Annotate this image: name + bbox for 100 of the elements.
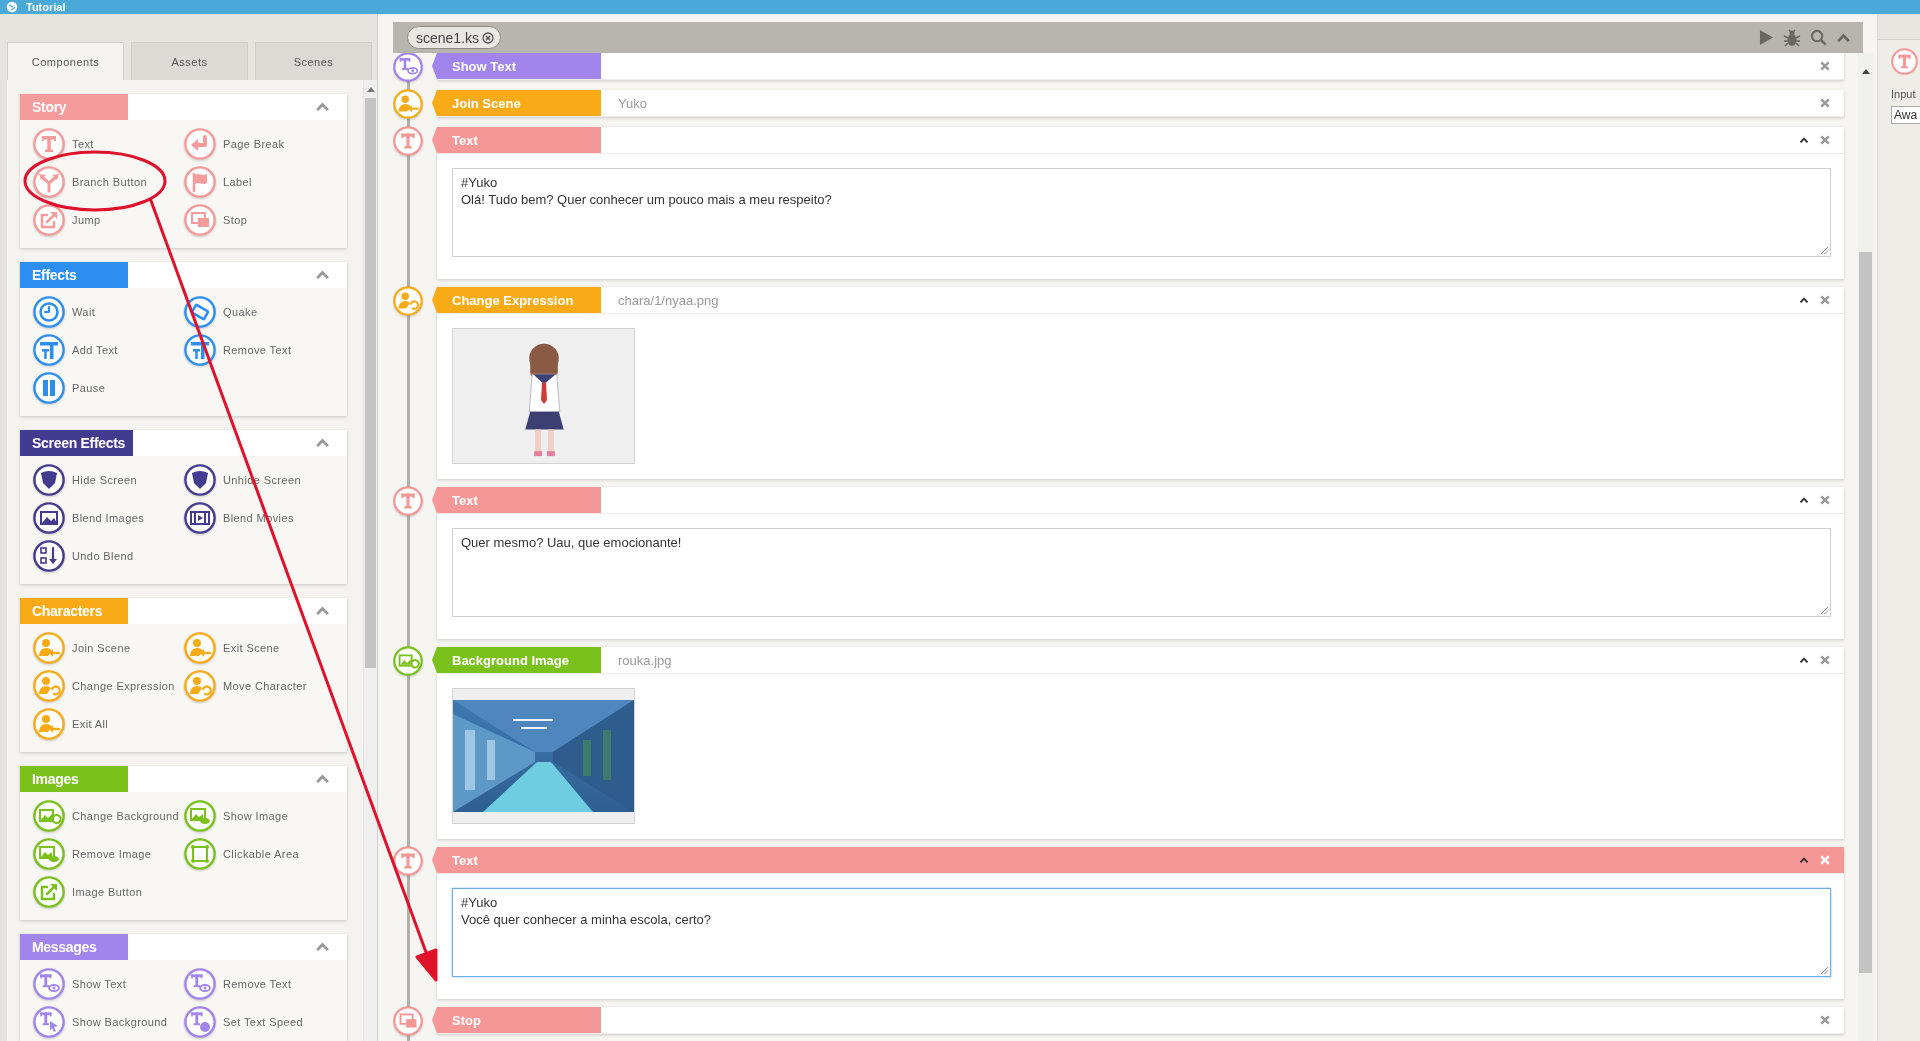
picture-icon: [33, 502, 65, 534]
component-item[interactable]: Image Button: [33, 873, 143, 911]
close-icon[interactable]: [1820, 1015, 1830, 1025]
script-text-field[interactable]: #Yuko Você quer conhecer a minha escola, certo?: [452, 888, 1831, 977]
component-item[interactable]: Remove Image: [33, 835, 152, 873]
component-item[interactable]: Label: [184, 163, 252, 201]
group-title: Messages: [20, 934, 128, 960]
chevron-up-icon[interactable]: [1799, 856, 1809, 864]
close-icon[interactable]: [1820, 61, 1830, 71]
scrollbar-thumb[interactable]: [365, 98, 376, 668]
t-eye-icon: [393, 53, 423, 82]
script-block[interactable]: Show Text: [437, 53, 1844, 80]
close-icon[interactable]: [1820, 495, 1830, 505]
component-item[interactable]: Jump: [33, 201, 101, 239]
scroll-up-icon[interactable]: [366, 87, 375, 92]
flag-icon: [184, 166, 216, 198]
script-text-field[interactable]: Quer mesmo? Uau, que emocionante!: [452, 528, 1831, 617]
component-item[interactable]: Remove Text: [184, 965, 292, 1003]
window-title: Tutorial: [26, 0, 66, 14]
person-ring-icon: [33, 670, 65, 702]
stacked-windows-icon: [393, 1006, 423, 1036]
script-text-field[interactable]: #Yuko Olá! Tudo bem? Quer conhecer um pouco mais a meu respeito?: [452, 168, 1831, 257]
close-icon[interactable]: [1820, 135, 1830, 145]
script-block[interactable]: Join Scene Yuko: [437, 90, 1844, 117]
close-icon[interactable]: [1820, 655, 1830, 665]
close-icon[interactable]: [1820, 98, 1830, 108]
group-header[interactable]: Screen Effects: [20, 430, 347, 456]
block-title: Text: [432, 487, 601, 513]
clock-icon: [33, 296, 65, 328]
block-header[interactable]: Change Expression chara/1/nyaa.png: [437, 287, 1844, 314]
chevron-up-icon[interactable]: [1799, 296, 1809, 304]
letter-t-icon: [1891, 48, 1918, 75]
letter-t-icon: [393, 126, 423, 156]
component-item[interactable]: Add Text: [33, 331, 118, 369]
shield-icon: [33, 464, 65, 496]
search-icon[interactable]: [1810, 29, 1827, 46]
group-title: Characters: [20, 598, 128, 624]
component-item[interactable]: Show Text: [33, 965, 127, 1003]
component-item[interactable]: Stop: [184, 201, 248, 239]
group-header[interactable]: Effects: [20, 262, 347, 288]
component-item[interactable]: Hide Screen: [33, 461, 137, 499]
picture-ring-icon: [393, 646, 423, 676]
scrollbar[interactable]: [363, 80, 377, 1041]
film-icon: [184, 502, 216, 534]
block-title: Background Image: [432, 647, 601, 673]
component-item[interactable]: Show Background: [33, 1003, 168, 1041]
component-item[interactable]: Blend Images: [33, 499, 145, 537]
block-title: Show Text: [432, 53, 601, 79]
group-title: Effects: [20, 262, 128, 288]
component-item[interactable]: Exit All: [33, 705, 109, 743]
scrollbar-thumb[interactable]: [1859, 252, 1872, 973]
component-item[interactable]: Exit Scene: [184, 629, 280, 667]
component-item[interactable]: Text: [33, 125, 94, 163]
letter-t-icon: [393, 846, 423, 876]
sidebar-tab[interactable]: Scenes: [255, 42, 372, 80]
person-ring-icon: [393, 286, 423, 316]
component-item[interactable]: Move Character: [184, 667, 307, 705]
close-icon[interactable]: [482, 31, 495, 44]
block-title: Join Scene: [432, 90, 601, 116]
t-cursor-icon: [33, 1006, 65, 1038]
sidebar-tab[interactable]: Components: [7, 42, 124, 80]
block-value: Yuko: [618, 95, 647, 111]
chevron-up-icon[interactable]: [1799, 136, 1809, 144]
component-item[interactable]: Clickable Area: [184, 835, 299, 873]
letter-t-icon: [393, 486, 423, 516]
pause-icon: [33, 372, 65, 404]
close-icon[interactable]: [1820, 295, 1830, 305]
group-title: Screen Effects: [20, 430, 134, 456]
file-tab[interactable]: scene1.ks: [407, 26, 502, 49]
component-item[interactable]: Join Scene: [33, 629, 131, 667]
bug-icon[interactable]: [1783, 28, 1801, 47]
stacked-windows-icon: [184, 204, 216, 236]
component-item[interactable]: Wait: [33, 293, 96, 331]
block-title: Change Expression: [432, 287, 601, 313]
picture-ring-icon: [33, 800, 65, 832]
resize-grip-icon[interactable]: [1820, 246, 1828, 254]
picture-eye-icon: [184, 800, 216, 832]
component-item[interactable]: Change Background: [33, 797, 180, 835]
group-title: Images: [20, 766, 128, 792]
block-title: Stop: [432, 1007, 601, 1033]
block-header[interactable]: Background Image rouka.jpg: [437, 647, 1844, 674]
sidebar-tab[interactable]: Assets: [131, 42, 248, 80]
component-item[interactable]: Change Expression: [33, 667, 175, 705]
component-item[interactable]: Branch Button: [33, 163, 147, 201]
select-field[interactable]: Awa: [1891, 106, 1920, 124]
shield-icon: [184, 464, 216, 496]
component-item[interactable]: Pause: [33, 369, 106, 407]
component-item[interactable]: Page Break: [184, 125, 285, 163]
component-item[interactable]: Undo Blend: [33, 537, 134, 575]
scroll-up-icon[interactable]: [1861, 69, 1870, 74]
resize-grip-icon[interactable]: [1820, 966, 1828, 974]
component-item[interactable]: Set Text Speed: [184, 1003, 303, 1041]
chevron-up-icon[interactable]: [1799, 656, 1809, 664]
scrollbar[interactable]: [1858, 53, 1873, 1041]
chevron-up-icon[interactable]: [1799, 496, 1809, 504]
component-item[interactable]: Show Image: [184, 797, 289, 835]
block-value: chara/1/nyaa.png: [618, 292, 719, 308]
resize-grip-icon[interactable]: [1820, 606, 1828, 614]
play-icon[interactable]: [1759, 29, 1774, 46]
group-header[interactable]: Messages: [20, 934, 347, 960]
